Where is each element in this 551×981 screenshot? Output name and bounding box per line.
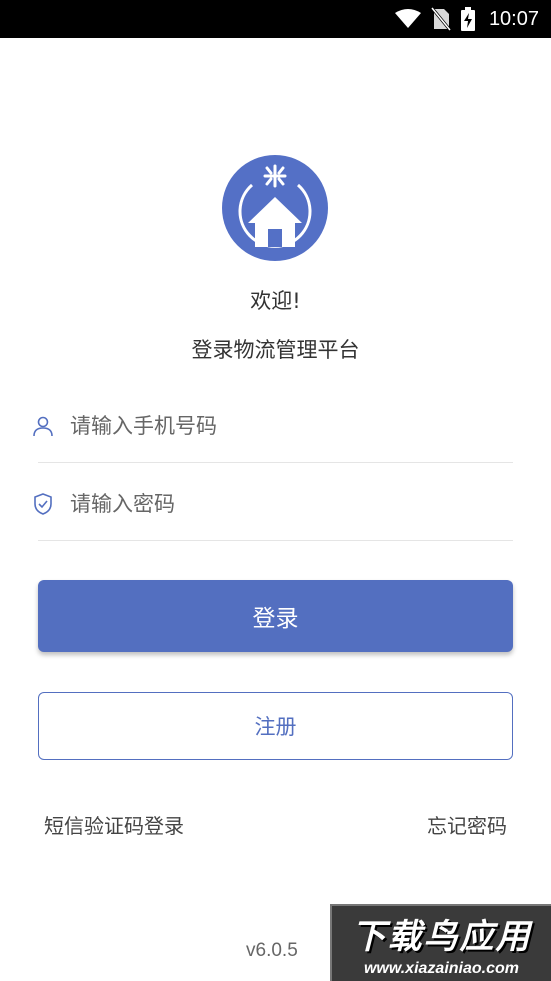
watermark-title: 下载鸟应用 — [351, 917, 532, 957]
phone-field[interactable] — [33, 389, 513, 463]
house-logo-icon — [238, 164, 312, 248]
welcome-text: 欢迎! — [250, 289, 301, 313]
watermark: 下载鸟应用 www.xiazainiao.com — [330, 904, 551, 981]
wifi-icon — [394, 7, 421, 31]
shield-icon — [30, 491, 56, 517]
user-icon — [30, 413, 56, 439]
status-time: 10:07 — [488, 7, 539, 30]
version-label: v6.0.5 — [246, 940, 298, 961]
phone-input[interactable] — [70, 413, 490, 438]
no-sim-icon — [430, 7, 451, 31]
login-button[interactable]: 登录 — [38, 580, 513, 652]
status-bar: 10:07 — [0, 0, 551, 38]
password-input[interactable] — [70, 491, 490, 516]
watermark-url: www.xiazainiao.com — [363, 960, 519, 977]
forgot-password-link[interactable]: 忘记密码 — [427, 810, 507, 839]
register-button[interactable]: 注册 — [38, 692, 513, 760]
page-subtitle: 登录物流管理平台 — [191, 338, 360, 362]
battery-charging-icon — [460, 7, 475, 31]
sms-login-link[interactable]: 短信验证码登录 — [44, 810, 184, 839]
app-logo — [222, 155, 328, 261]
password-field[interactable] — [34, 467, 513, 541]
